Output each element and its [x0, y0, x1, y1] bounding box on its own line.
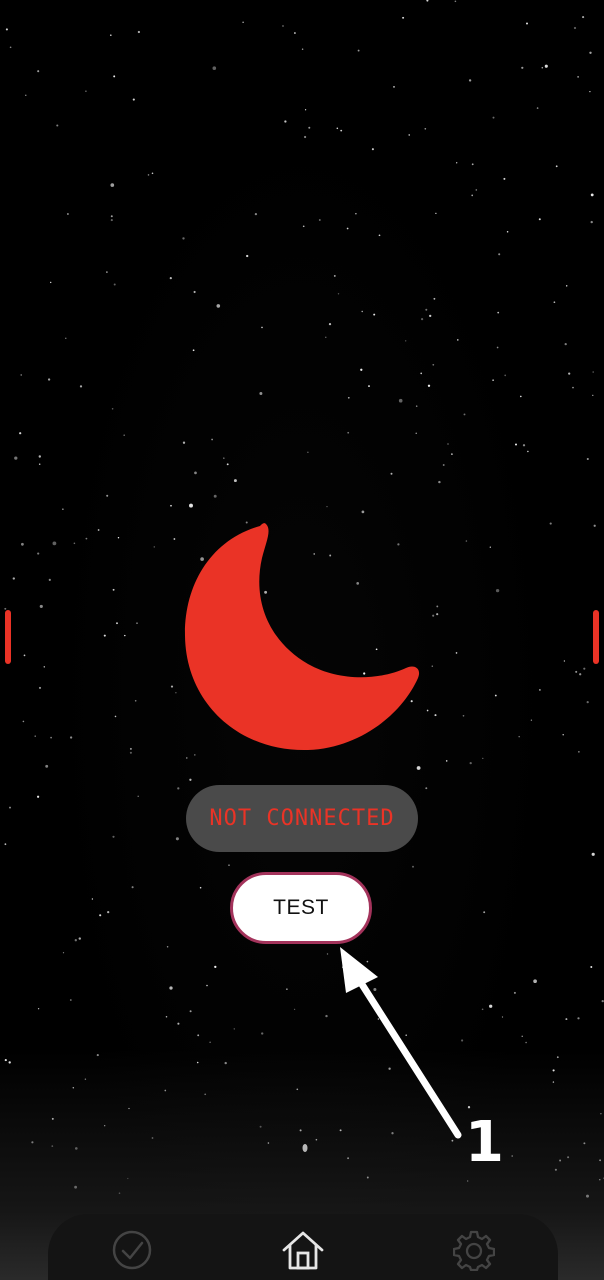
- connection-status-text: NOT CONNECTED: [209, 806, 395, 831]
- home-screen: NOT CONNECTED TEST 1: [0, 0, 604, 1280]
- check-circle-icon: [112, 1230, 152, 1270]
- gear-icon: [453, 1230, 495, 1271]
- home-icon: [282, 1231, 324, 1270]
- annotation-step-number: 1: [465, 1110, 504, 1175]
- bottom-navigation-bar: [48, 1214, 558, 1280]
- connection-status-pill: NOT CONNECTED: [186, 785, 418, 852]
- nav-home-button[interactable]: [279, 1226, 327, 1274]
- nav-settings-button[interactable]: [450, 1226, 498, 1274]
- test-button[interactable]: TEST: [230, 872, 372, 944]
- right-edge-handle[interactable]: [593, 610, 599, 664]
- test-button-label: TEST: [273, 896, 329, 919]
- crescent-moon-icon: [184, 523, 420, 751]
- annotation-arrow: [340, 947, 462, 1139]
- nav-check-button[interactable]: [108, 1226, 156, 1274]
- left-edge-handle[interactable]: [5, 610, 11, 664]
